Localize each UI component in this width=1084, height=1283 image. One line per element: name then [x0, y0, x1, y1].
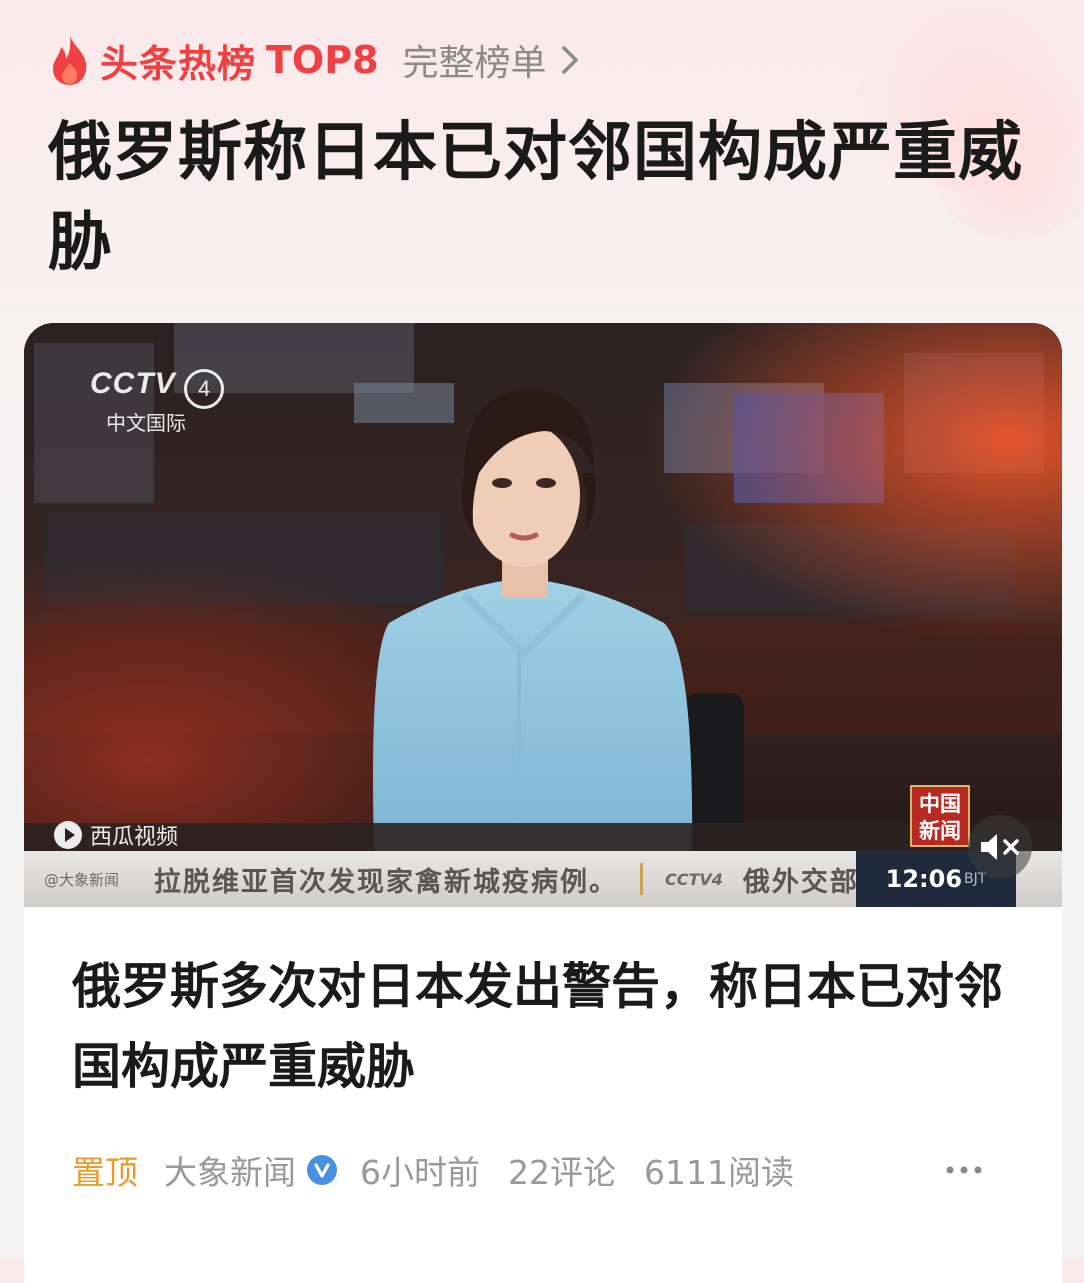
china-news-badge: 中国 新闻	[910, 785, 970, 847]
hot-list-rank: TOP8	[266, 38, 379, 82]
hot-list-title: 头条热榜	[100, 41, 257, 86]
video-player[interactable]: CCTV 4 中文国际 西瓜视频 中国 新闻 @大象新闻 拉脱维亚首次发现家禽新…	[24, 323, 1062, 907]
ticker-text-2: 俄外交部	[742, 866, 859, 898]
ticker-separator	[640, 863, 643, 895]
verified-icon	[307, 1155, 337, 1185]
xigua-watermark-text: 西瓜视频	[90, 825, 179, 850]
full-list-label: 完整榜单	[402, 43, 547, 84]
xigua-watermark: 西瓜视频	[54, 819, 178, 851]
channel-name: 中文国际	[106, 412, 186, 435]
channel-number: 4	[184, 368, 225, 409]
mute-icon	[981, 834, 1019, 860]
clock-time: 12:06	[885, 865, 963, 893]
chevron-right-icon	[561, 46, 578, 74]
article-source[interactable]: 大象新闻	[164, 1146, 296, 1194]
article-card[interactable]: CCTV 4 中文国际 西瓜视频 中国 新闻 @大象新闻 拉脱维亚首次发现家禽新…	[24, 323, 1062, 1283]
xigua-play-icon	[54, 821, 82, 849]
more-icon[interactable]	[944, 1155, 984, 1185]
article-comments: 22评论	[508, 1153, 616, 1192]
channel-logo-text: CCTV	[90, 367, 176, 400]
article-title[interactable]: 俄罗斯多次对日本发出警告，称日本已对邻国构成严重威胁	[72, 947, 1012, 1107]
ticker-source: @大象新闻	[44, 870, 120, 889]
article-meta: 置顶 大象新闻 6小时前 22评论 6111阅读	[72, 1145, 1012, 1195]
channel-logo: CCTV 4 中文国际	[90, 367, 225, 436]
article-time: 6小时前	[360, 1153, 480, 1192]
ticker-logo: CCTV4	[665, 869, 723, 889]
flame-icon	[52, 35, 87, 85]
pinned-label: 置顶	[72, 1153, 138, 1192]
ticker-text: 拉脱维亚首次发现家禽新城疫病例。	[154, 866, 618, 898]
article-reads: 6111阅读	[644, 1153, 794, 1192]
full-list-link[interactable]: 完整榜单	[403, 34, 581, 86]
hot-headline[interactable]: 俄罗斯称日本已对邻国构成严重威胁	[48, 108, 1048, 288]
hot-list-header: 头条热榜 TOP8 完整榜单	[48, 28, 581, 92]
mute-button[interactable]	[968, 815, 1032, 879]
